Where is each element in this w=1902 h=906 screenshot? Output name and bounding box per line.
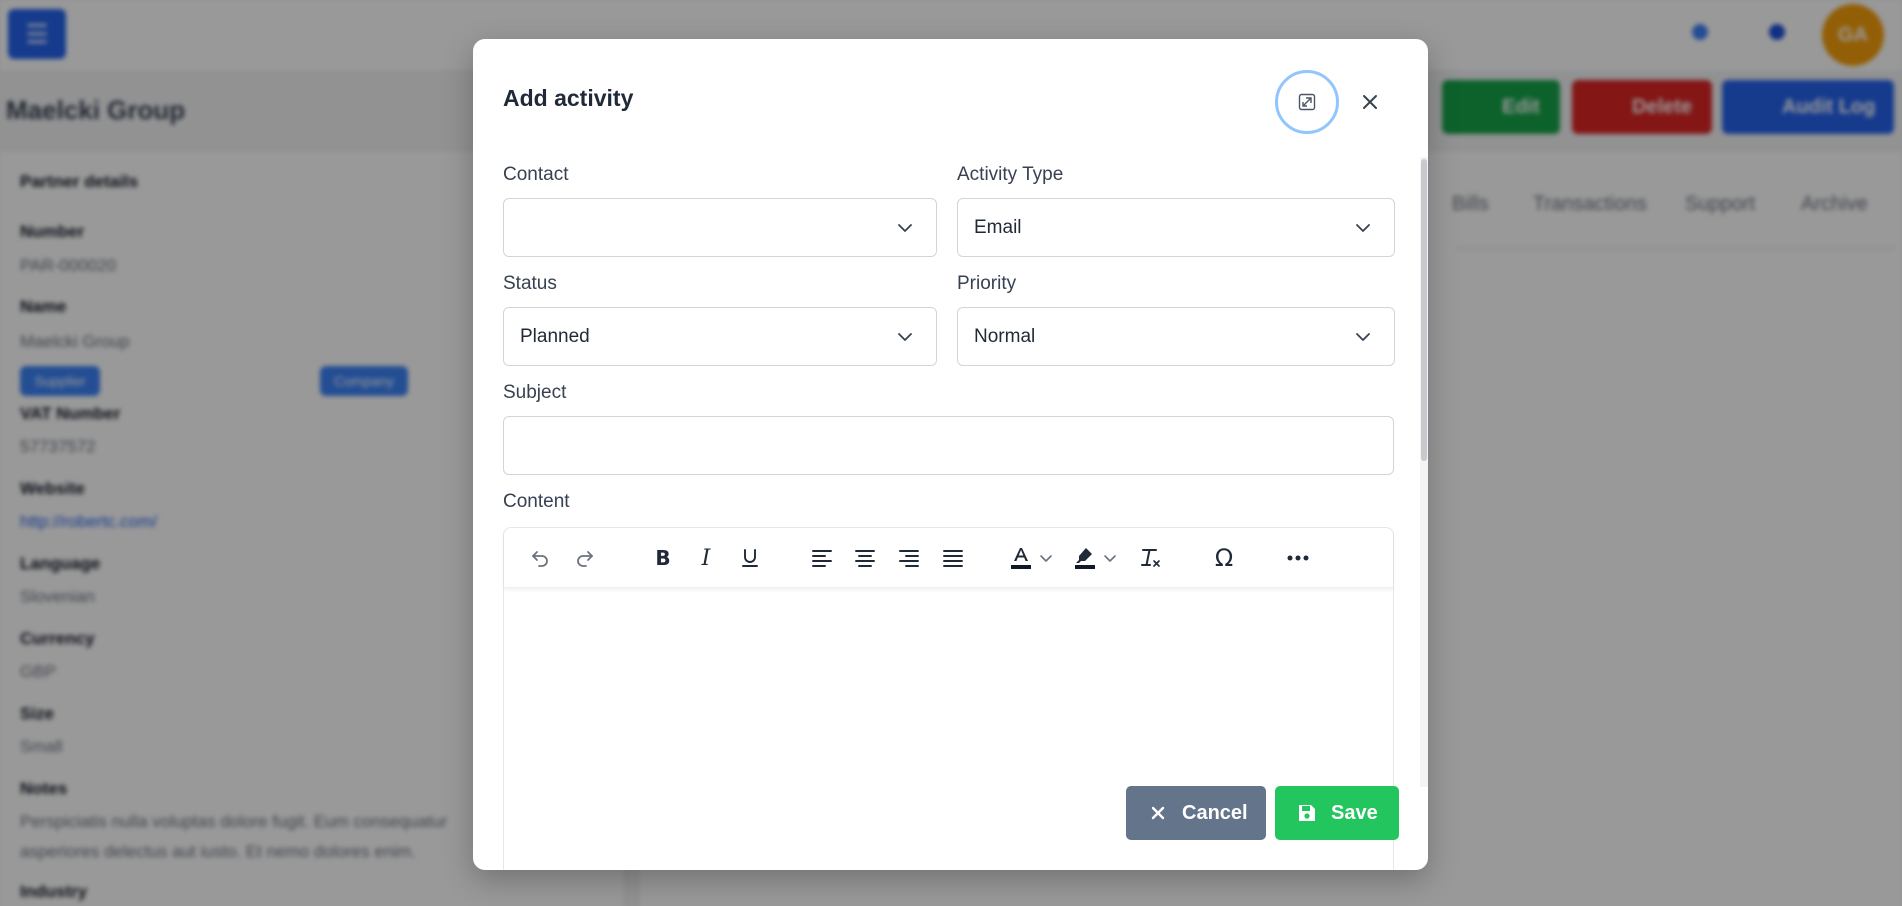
contact-label: Contact <box>503 164 569 185</box>
align-left-icon <box>812 550 832 567</box>
chevron-down-icon <box>1356 224 1370 232</box>
align-justify-button[interactable] <box>937 542 969 574</box>
align-justify-icon <box>943 550 963 567</box>
align-right-button[interactable] <box>893 542 925 574</box>
align-right-icon <box>899 550 919 567</box>
more-icon <box>1287 555 1309 561</box>
italic-button[interactable]: I <box>690 542 722 574</box>
text-color-icon <box>1011 548 1031 569</box>
chevron-down-icon <box>1040 555 1052 562</box>
bold-button[interactable]: B <box>647 542 679 574</box>
align-center-icon <box>855 550 875 567</box>
cancel-button[interactable]: Cancel <box>1126 786 1266 840</box>
expand-icon <box>1298 93 1316 111</box>
expand-button[interactable] <box>1275 70 1339 134</box>
omega-icon: Ω <box>1214 544 1234 572</box>
redo-button[interactable] <box>569 542 601 574</box>
more-button[interactable] <box>1282 542 1314 574</box>
clear-formatting-button[interactable] <box>1135 542 1167 574</box>
add-activity-modal: Add activity Contact Activity Type Email… <box>473 39 1428 870</box>
activity-type-label: Activity Type <box>957 164 1064 185</box>
status-value: Planned <box>520 326 590 347</box>
italic-icon: I <box>701 545 711 571</box>
underline-icon <box>742 549 758 567</box>
underline-button[interactable] <box>734 542 766 574</box>
chevron-down-icon <box>1356 333 1370 341</box>
priority-label: Priority <box>957 273 1017 294</box>
priority-select[interactable]: Normal <box>957 307 1395 366</box>
save-label: Save <box>1331 801 1378 824</box>
close-button[interactable] <box>1353 85 1387 119</box>
close-icon <box>1363 95 1377 109</box>
activity-type-select[interactable]: Email <box>957 198 1395 257</box>
highlight-color-button[interactable] <box>1073 542 1121 574</box>
undo-button[interactable] <box>524 542 556 574</box>
scrollbar-thumb[interactable] <box>1421 159 1427 461</box>
save-button[interactable]: Save <box>1275 786 1399 840</box>
status-select[interactable]: Planned <box>503 307 937 366</box>
clear-formatting-icon <box>1141 549 1160 567</box>
status-label: Status <box>503 273 557 294</box>
editor-toolbar: B I Ω <box>504 528 1393 588</box>
content-label: Content <box>503 491 570 512</box>
redo-icon <box>577 551 593 567</box>
cancel-label: Cancel <box>1182 801 1248 824</box>
chevron-down-icon <box>898 333 912 341</box>
highlight-icon <box>1075 548 1095 569</box>
subject-input[interactable] <box>503 416 1394 475</box>
activity-type-value: Email <box>974 217 1022 238</box>
text-color-button[interactable] <box>1009 542 1057 574</box>
save-icon <box>1295 801 1319 825</box>
special-character-button[interactable]: Ω <box>1208 542 1240 574</box>
subject-label: Subject <box>503 382 567 403</box>
align-center-button[interactable] <box>849 542 881 574</box>
priority-value: Normal <box>974 326 1036 347</box>
bold-icon: B <box>655 546 671 570</box>
contact-select[interactable] <box>503 198 937 257</box>
chevron-down-icon <box>1104 555 1116 562</box>
close-icon <box>1146 801 1170 825</box>
undo-icon <box>532 551 548 567</box>
align-left-button[interactable] <box>806 542 838 574</box>
chevron-down-icon <box>898 224 912 232</box>
modal-title: Add activity <box>503 85 634 111</box>
